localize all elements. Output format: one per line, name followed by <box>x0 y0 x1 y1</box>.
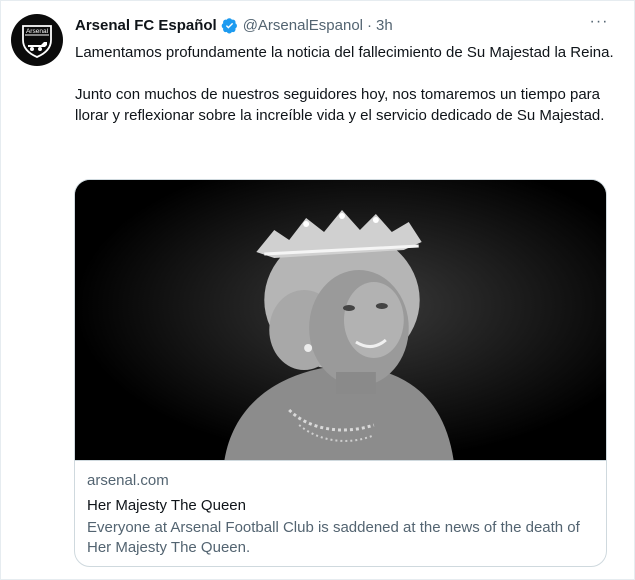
card-body[interactable]: arsenal.com Her Majesty The Queen Everyo… <box>75 460 606 566</box>
tweet-paragraph: Lamentamos profundamente la noticia del … <box>75 44 614 61</box>
tweet-text: Lamentamos profundamente la noticia del … <box>75 42 615 126</box>
arsenal-crest-icon: Arsenal <box>22 25 52 58</box>
link-card[interactable]: arsenal.com Her Majesty The Queen Everyo… <box>74 179 607 567</box>
avatar[interactable]: Arsenal <box>11 14 63 66</box>
author-handle[interactable]: @ArsenalEspanol <box>243 17 363 34</box>
card-description: Everyone at Arsenal Football Club is sad… <box>87 519 580 556</box>
card-domain: arsenal.com <box>87 472 169 489</box>
crest-wordmark: Arsenal <box>26 28 49 35</box>
tweet-paragraph: Junto con muchos de nuestros seguidores … <box>75 86 605 124</box>
more-options-icon[interactable]: ··· <box>588 13 610 35</box>
tweet-header: Arsenal FC Español @ArsenalEspanol · 3h <box>75 14 393 36</box>
tweet-time[interactable]: 3h <box>376 17 393 34</box>
header-separator: · <box>367 16 372 34</box>
queen-portrait-image <box>75 180 606 460</box>
tweet[interactable]: Arsenal Arsenal FC Español @ArsenalEspan… <box>0 0 635 580</box>
verified-badge-icon <box>221 17 237 33</box>
author-name[interactable]: Arsenal FC Español <box>75 17 217 34</box>
card-image[interactable] <box>75 180 606 460</box>
card-title: Her Majesty The Queen <box>87 497 246 514</box>
